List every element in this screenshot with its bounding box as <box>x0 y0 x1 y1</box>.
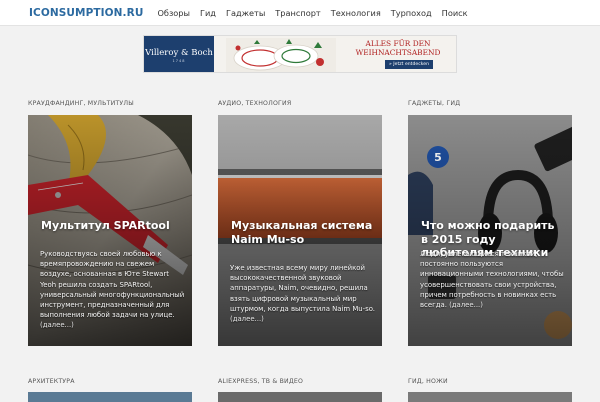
article-1-excerpt-text: Руководствуясь своей любовью к времяпров… <box>40 250 185 320</box>
nav-item-technology[interactable]: Технология <box>331 8 381 18</box>
article-card-6-preview[interactable] <box>408 392 572 402</box>
top-navigation-bar: ICONSUMPTION.RU Обзоры Гид Гаджеты Транс… <box>0 0 600 26</box>
banner-brand-sub: 1748 <box>172 58 186 63</box>
banner-cta-button[interactable]: » Jetzt entdecken <box>385 60 433 69</box>
article-card-spartool[interactable]: Мультитул SPARtool Руководствуясь своей … <box>28 115 192 346</box>
article-2-excerpt: Уже известная всему миру линейкой высоко… <box>230 263 376 324</box>
article-3-excerpt: Люди, увлекающиеся техникой, постоянно п… <box>420 249 566 310</box>
banner-headline: ALLES FÜR DEN WEIHNACHTSABEND <box>342 39 454 57</box>
banner-brand-block: Villeroy & Boch 1748 <box>144 36 214 72</box>
article-card-tech-gifts[interactable]: 5 Что можно подарить в 2015 году любител… <box>408 115 572 346</box>
article-2-category[interactable]: АУДИО, ТЕХНОЛОГИЯ <box>218 100 291 107</box>
site-logo[interactable]: ICONSUMPTION.RU <box>29 7 143 19</box>
article-1-category[interactable]: КРАУДФАНДИНГ, МУЛЬТИТУЛЫ <box>28 100 134 107</box>
ad-banner[interactable]: Villeroy & Boch 1748 ALLES FÜR DEN WEIHN… <box>143 35 457 73</box>
article-1-read-more[interactable]: (далее...) <box>40 321 74 329</box>
article-1-excerpt: Руководствуясь своей любовью к времяпров… <box>40 249 186 331</box>
article-3-read-more[interactable]: (далее...) <box>449 301 483 309</box>
article-card-4-preview[interactable] <box>28 392 192 402</box>
article-2-excerpt-text: Уже известная всему миру линейкой высоко… <box>230 264 375 313</box>
article-1-title[interactable]: Мультитул SPARtool <box>41 219 183 233</box>
main-nav: Обзоры Гид Гаджеты Транспорт Технология … <box>157 8 477 18</box>
nav-item-reviews[interactable]: Обзоры <box>157 8 190 18</box>
article-5-category[interactable]: ALIEXPRESS, ТВ & ВИДЕО <box>218 378 303 385</box>
article-3-excerpt-text: Люди, увлекающиеся техникой, постоянно п… <box>420 250 564 310</box>
article-6-category[interactable]: ГИД, НОЖИ <box>408 378 448 385</box>
article-card-5-preview[interactable] <box>218 392 382 402</box>
nav-item-hiking[interactable]: Турпоход <box>391 8 432 18</box>
nav-item-transport[interactable]: Транспорт <box>275 8 320 18</box>
article-2-title[interactable]: Музыкальная система Naim Mu-so <box>231 219 373 246</box>
article-card-naim-muso[interactable]: Музыкальная система Naim Mu-so Уже извес… <box>218 115 382 346</box>
article-4-category[interactable]: АРХИТЕКТУРА <box>28 378 75 385</box>
article-2-read-more[interactable]: (далее...) <box>230 315 264 323</box>
article-3-category[interactable]: ГАДЖЕТЫ, ГИД <box>408 100 460 107</box>
nav-item-gadgets[interactable]: Гаджеты <box>226 8 265 18</box>
plates-image <box>226 38 336 72</box>
nav-item-search[interactable]: Поиск <box>442 8 468 18</box>
banner-brand: Villeroy & Boch <box>145 47 213 58</box>
banner-headline-2: WEIHNACHTSABEND <box>355 47 441 57</box>
nav-item-guide[interactable]: Гид <box>200 8 216 18</box>
